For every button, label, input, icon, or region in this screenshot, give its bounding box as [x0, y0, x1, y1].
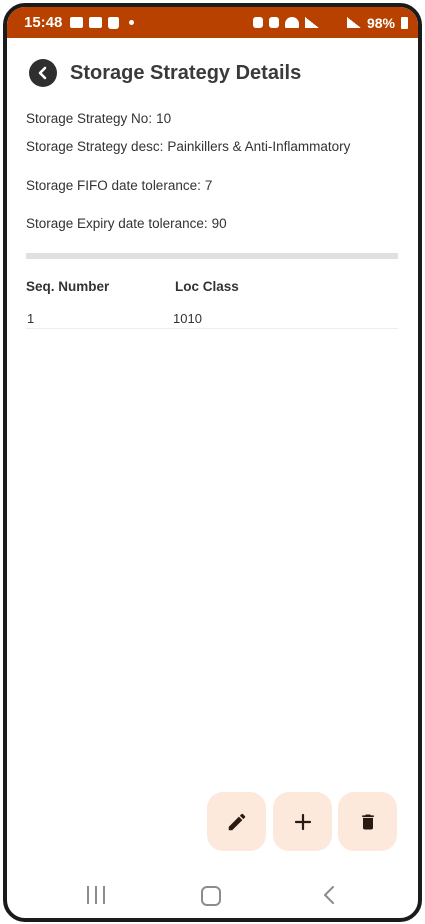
youtube-icon: [89, 17, 103, 28]
status-bar: 15:48 98%: [7, 7, 418, 38]
signal-icon: [304, 17, 319, 28]
alarm-icon: [268, 17, 279, 28]
table-cell-seq-number[interactable]: 1: [27, 311, 34, 326]
table-row-divider: [26, 328, 398, 329]
system-back-button[interactable]: [323, 885, 335, 910]
status-time: 15:48: [24, 14, 63, 31]
fifo-tolerance-value: 7: [204, 178, 213, 193]
strategy-desc-line: Storage Strategy desc: Painkillers & Anti…: [26, 139, 350, 154]
shopping-bag-icon: [108, 16, 120, 29]
page-header: Storage Strategy Details: [29, 59, 301, 87]
add-button[interactable]: [273, 792, 332, 851]
expiry-tolerance-value: 90: [211, 216, 227, 231]
signal-2-icon: [346, 17, 361, 28]
notification-dot-icon: [129, 20, 135, 25]
strategy-desc-label: Storage Strategy desc:: [26, 139, 164, 154]
expiry-tolerance-label: Storage Expiry date tolerance:: [26, 216, 208, 231]
column-header-loc-class: Loc Class: [175, 279, 239, 294]
table-cell-loc-class[interactable]: 1010: [173, 311, 202, 326]
home-button[interactable]: [201, 886, 221, 906]
back-button[interactable]: [29, 59, 57, 87]
delete-button[interactable]: [338, 792, 397, 851]
expiry-tolerance-line: Storage Expiry date tolerance: 90: [26, 216, 227, 231]
battery-percentage: 98%: [366, 14, 395, 31]
section-divider: [26, 253, 398, 259]
column-header-seq-number: Seq. Number: [26, 279, 110, 294]
strategy-no-label: Storage Strategy No:: [26, 111, 153, 126]
recent-apps-button[interactable]: [87, 886, 105, 904]
phone-screen: 15:48 98% Storage Strategy Details Stora…: [3, 3, 422, 922]
strategy-no-line: Storage Strategy No: 10: [26, 111, 171, 126]
chevron-left-icon: [324, 886, 334, 904]
lock-icon: [252, 17, 263, 28]
edit-button[interactable]: [207, 792, 266, 851]
wifi-icon: [284, 17, 299, 28]
battery-icon: [401, 16, 408, 29]
fifo-tolerance-label: Storage FIFO date tolerance:: [26, 178, 201, 193]
plus-icon: [294, 813, 311, 830]
system-nav-bar: [7, 875, 418, 915]
fifo-tolerance-line: Storage FIFO date tolerance: 7: [26, 178, 212, 193]
strategy-no-value: 10: [156, 111, 172, 126]
gallery-icon: [70, 17, 84, 28]
chevron-left-icon: [38, 66, 47, 80]
page-title: Storage Strategy Details: [70, 61, 302, 84]
trash-icon: [361, 814, 374, 829]
pencil-icon: [228, 813, 245, 830]
strategy-desc-value: Painkillers & Anti-Inflammatory: [167, 139, 351, 154]
